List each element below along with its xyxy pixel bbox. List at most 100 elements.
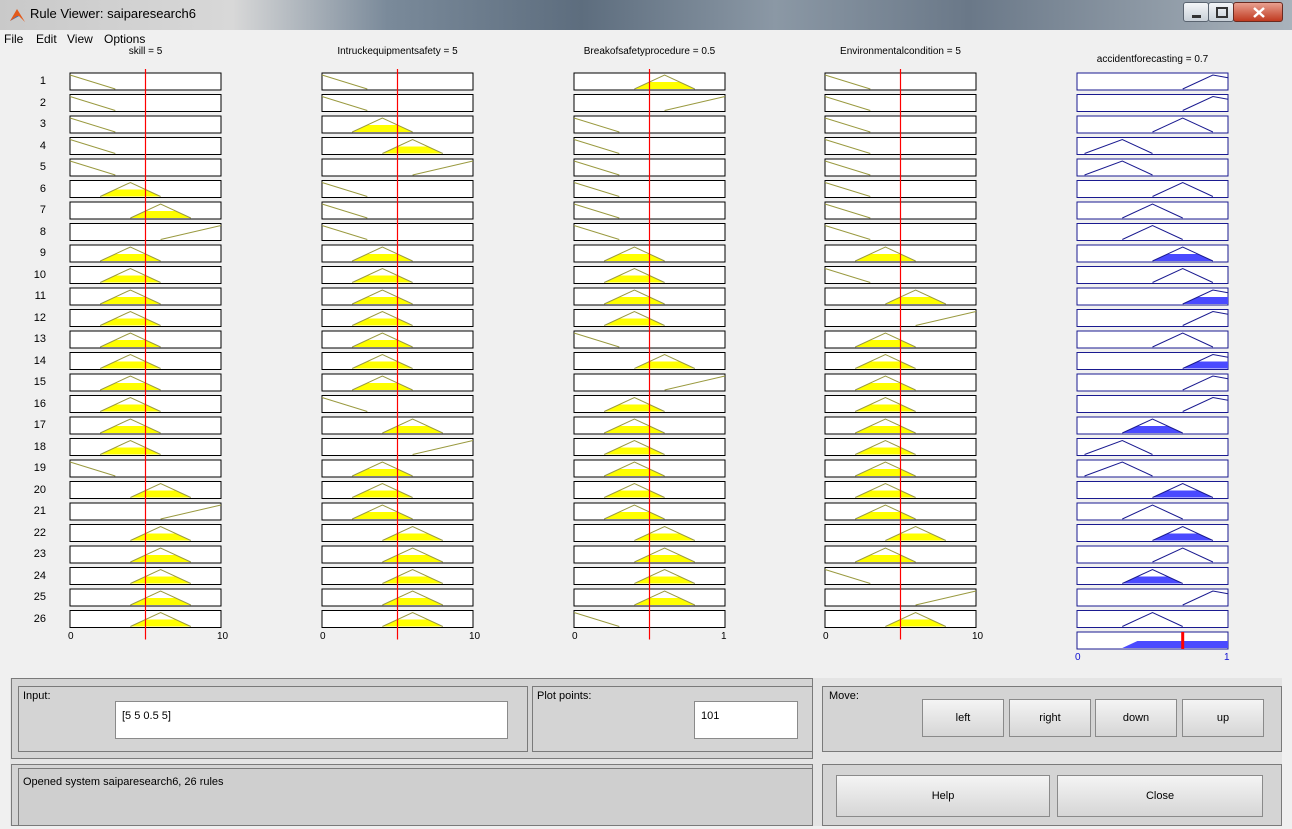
mf-box — [1076, 266, 1229, 284]
rule-number: 23 — [33, 548, 46, 560]
output-mf-plot[interactable] — [1076, 158, 1229, 177]
rule-number: 6 — [39, 182, 46, 195]
output-mf-plot[interactable] — [1076, 545, 1229, 564]
mf-box — [1076, 459, 1229, 478]
mf-box — [1076, 545, 1229, 564]
mf-box — [1076, 330, 1229, 349]
output-mf-plot[interactable] — [1076, 524, 1229, 542]
axis-tick-label: 0 — [1075, 652, 1081, 663]
axis-tick-label: 10 — [217, 630, 229, 642]
output-mf-plot[interactable] — [1076, 287, 1229, 306]
help-button[interactable]: Help — [836, 775, 1050, 817]
output-mf-plot[interactable] — [1076, 588, 1229, 607]
rule-number: 13 — [33, 333, 46, 345]
axis-tick-label: 1 — [1224, 652, 1230, 663]
move-right-button[interactable]: right — [1009, 699, 1091, 737]
output-mf-plot[interactable] — [1076, 223, 1229, 241]
mf-box — [1076, 137, 1229, 155]
output-mf-plot[interactable] — [1076, 94, 1229, 112]
rule-number: 21 — [33, 505, 46, 517]
output-mf-plot[interactable] — [1076, 201, 1229, 220]
close-icon — [1253, 7, 1265, 18]
rule-number: 1 — [39, 75, 46, 87]
menu-view[interactable]: View — [67, 32, 93, 46]
minimize-button[interactable] — [1183, 2, 1209, 22]
rule-number: 7 — [39, 204, 46, 216]
output-mf-plot[interactable] — [1076, 244, 1229, 263]
maximize-button[interactable] — [1208, 2, 1234, 22]
axis-tick-label: 10 — [469, 630, 481, 642]
move-left-button[interactable]: left — [922, 699, 1004, 737]
output-mf-plot[interactable] — [1076, 459, 1229, 478]
rule-number: 24 — [33, 569, 46, 582]
menu-bar: File Edit View Options — [0, 30, 1292, 46]
rule-number: 4 — [39, 139, 46, 152]
axis-tick-label: 0 — [320, 630, 326, 642]
axis-tick-label: 0 — [823, 630, 829, 642]
output-mf-plot[interactable] — [1076, 567, 1229, 585]
window-title: Rule Viewer: saiparesearch6 — [30, 6, 196, 21]
menu-options[interactable]: Options — [104, 32, 145, 46]
rule-number: 3 — [39, 118, 46, 130]
mf-box — [1076, 180, 1229, 198]
output-mf-plot[interactable] — [1076, 481, 1229, 499]
rule-grid-svg — [69, 69, 1229, 650]
output-mf-plot[interactable] — [1076, 502, 1229, 521]
rule-number: 26 — [33, 612, 46, 625]
output-mf-plot[interactable] — [1076, 330, 1229, 349]
move-up-button[interactable]: up — [1182, 699, 1264, 737]
aggregate-output-plot — [1076, 631, 1229, 650]
rule-number: 9 — [39, 247, 46, 259]
rule-number: 5 — [39, 161, 46, 173]
close-button[interactable]: Close — [1057, 775, 1263, 817]
input-label: Input: — [23, 690, 51, 702]
mf-box — [1076, 72, 1229, 91]
mf-box — [1076, 438, 1229, 456]
status-text: Opened system saiparesearch6, 26 rules — [23, 776, 224, 788]
rule-number: 22 — [33, 526, 46, 539]
axis-tick-label: 10 — [972, 630, 984, 642]
title-bar: Rule Viewer: saiparesearch6 — [0, 0, 1292, 30]
axis-tick-label: 0 — [68, 630, 74, 642]
minimize-icon — [1192, 15, 1201, 18]
rule-number: 11 — [34, 290, 46, 302]
plot-points-field[interactable]: 101 — [694, 701, 798, 739]
mf-box — [1076, 115, 1229, 134]
output-mf-plot[interactable] — [1076, 416, 1229, 435]
mf-box — [1076, 373, 1229, 392]
rule-number: 10 — [33, 268, 46, 281]
rule-number: 18 — [33, 440, 46, 453]
output-mf-plot[interactable] — [1076, 137, 1229, 155]
output-mf-plot[interactable] — [1076, 266, 1229, 284]
input-field[interactable]: [5 5 0.5 5] — [115, 701, 508, 739]
close-window-button[interactable] — [1233, 2, 1283, 22]
mf-box — [1076, 588, 1229, 607]
output-mf-plot[interactable] — [1076, 438, 1229, 456]
rule-number: 20 — [33, 483, 46, 496]
rule-number: 19 — [33, 462, 46, 474]
plot-points-label: Plot points: — [537, 690, 592, 702]
axis-tick-label: 1 — [721, 630, 727, 642]
output-mf-plot[interactable] — [1076, 395, 1229, 413]
output-mf-plot[interactable] — [1076, 352, 1229, 370]
rule-number: 25 — [33, 591, 46, 603]
rule-number: 12 — [33, 311, 46, 324]
rule-number: 2 — [39, 96, 46, 109]
output-mf-plot[interactable] — [1076, 373, 1229, 392]
output-mf-plot[interactable] — [1076, 610, 1229, 628]
move-label: Move: — [829, 690, 859, 702]
axis-tick-label: 0 — [572, 630, 578, 642]
rule-number: 17 — [33, 419, 46, 431]
menu-file[interactable]: File — [4, 32, 23, 46]
rule-number: 8 — [39, 225, 46, 238]
output-mf-plot[interactable] — [1076, 115, 1229, 134]
rule-number: 14 — [33, 354, 46, 367]
output-mf-plot[interactable] — [1076, 180, 1229, 198]
matlab-app-icon — [10, 9, 25, 22]
output-mf-plot[interactable] — [1076, 72, 1229, 91]
menu-edit[interactable]: Edit — [36, 32, 57, 46]
rule-number: 15 — [33, 376, 46, 388]
mf-box — [1076, 158, 1229, 177]
output-mf-plot[interactable] — [1076, 309, 1229, 327]
move-down-button[interactable]: down — [1095, 699, 1177, 737]
